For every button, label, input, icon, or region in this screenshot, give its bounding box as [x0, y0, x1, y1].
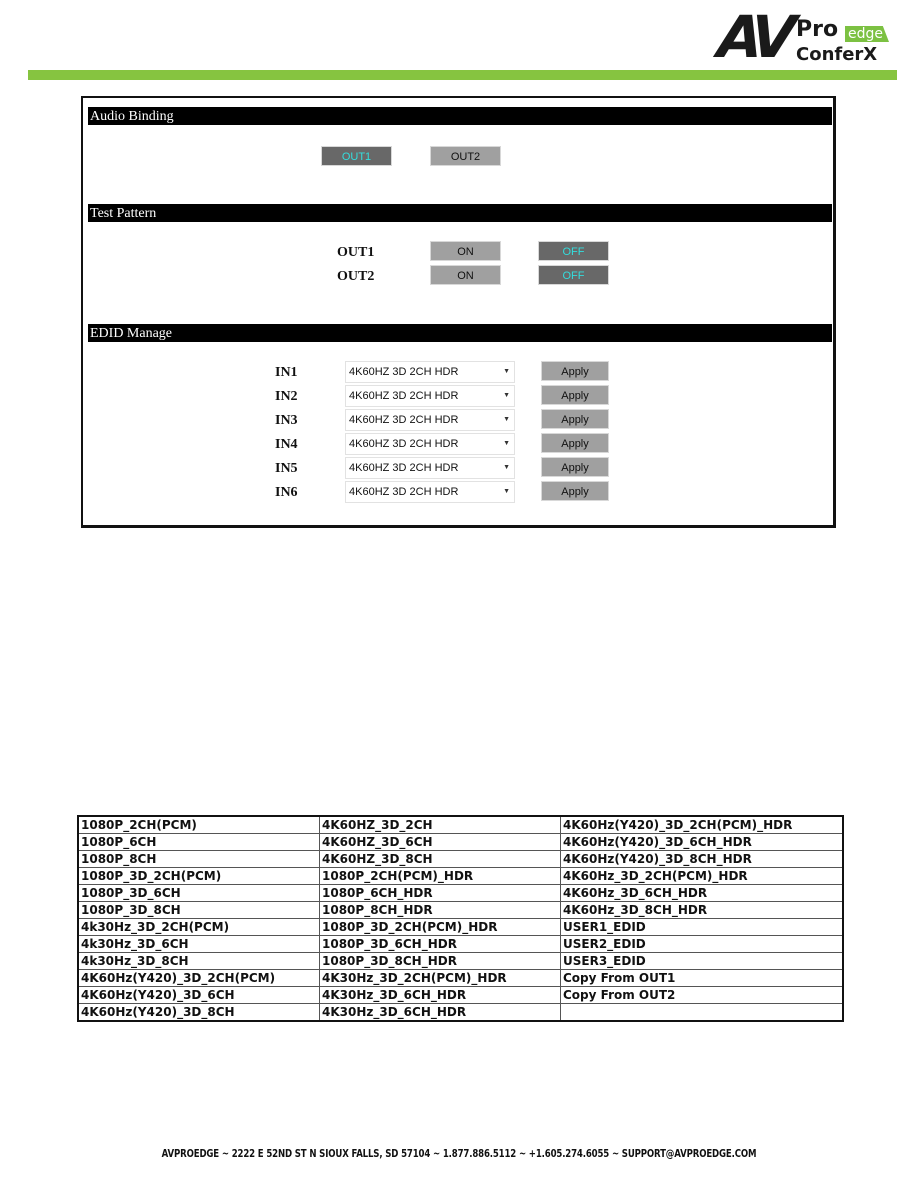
table-cell: 1080P_6CH_HDR [319, 884, 561, 902]
edid-in4-value: 4K60HZ 3D 2CH HDR [349, 438, 459, 450]
table-cell: 4K60Hz(Y420)_3D_8CH [77, 1003, 320, 1022]
table-cell: Copy From OUT1 [560, 969, 844, 987]
edid-options-table: 1080P_2CH(PCM) 4K60HZ_3D_2CH 4K60Hz(Y420)_… [77, 815, 844, 1022]
test-pattern-out1-off-button[interactable]: OFF [538, 241, 609, 261]
edid-in6-value: 4K60HZ 3D 2CH HDR [349, 486, 459, 498]
edid-in2-select[interactable]: 4K60HZ 3D 2CH HDR ▼ [345, 385, 515, 407]
edid-in4-select[interactable]: 4K60HZ 3D 2CH HDR ▼ [345, 433, 515, 455]
edid-in6-label: IN6 [275, 485, 298, 500]
table-cell: 1080P_8CH [77, 850, 320, 868]
edid-in4-label: IN4 [275, 437, 298, 452]
header-divider [28, 70, 897, 80]
edid-in3-value: 4K60HZ 3D 2CH HDR [349, 414, 459, 426]
table-row: 1080P_3D_2CH(PCM) 1080P_2CH(PCM)_HDR 4K60H… [77, 867, 844, 885]
table-cell: 4k30Hz_3D_6CH [77, 935, 320, 953]
table-cell: USER2_EDID [560, 935, 844, 953]
edid-in2-value: 4K60HZ 3D 2CH HDR [349, 390, 459, 402]
table-cell: 1080P_3D_8CH [77, 901, 320, 919]
test-pattern-out2-label: OUT2 [337, 269, 375, 284]
test-pattern-out1-label: OUT1 [337, 245, 375, 260]
test-pattern-header: Test Pattern [88, 204, 832, 222]
table-cell: 4K60Hz_3D_6CH_HDR [560, 884, 844, 902]
edid-in2-apply-button[interactable]: Apply [541, 385, 609, 405]
edid-in1-label: IN1 [275, 365, 298, 380]
table-cell [560, 1003, 844, 1022]
avproedge-conferx-logo: AV Pro edge ConferX [710, 3, 910, 71]
logo-edge: edge [845, 26, 889, 42]
dropdown-arrow-icon: ▼ [503, 464, 510, 471]
table-row: 4k30Hz_3D_6CH 1080P_3D_6CH_HDR USER2_EDID [77, 935, 844, 953]
test-pattern-out2-off-button[interactable]: OFF [538, 265, 609, 285]
table-cell: 4K60Hz(Y420)_3D_2CH(PCM) [77, 969, 320, 987]
footer-contact-info: AVPROEDGE ~ 2222 E 52ND ST N SIOUX FALLS… [161, 1147, 757, 1160]
audio-binding-header: Audio Binding [88, 107, 832, 125]
test-pattern-out2-on-button[interactable]: ON [430, 265, 501, 285]
edid-in6-apply-button[interactable]: Apply [541, 481, 609, 501]
table-cell: 1080P_3D_2CH(PCM)_HDR [319, 918, 561, 936]
edid-in3-label: IN3 [275, 413, 298, 428]
edid-in5-apply-button[interactable]: Apply [541, 457, 609, 477]
table-row: 4K60Hz(Y420)_3D_6CH 4K30Hz_3D_6CH_HDR Copy… [77, 986, 844, 1004]
logo-av: AV [715, 3, 791, 71]
dropdown-arrow-icon: ▼ [503, 416, 510, 423]
table-cell: 4K60Hz(Y420)_3D_8CH_HDR [560, 850, 844, 868]
table-cell: 4k30Hz_3D_8CH [77, 952, 320, 970]
table-row: 4K60Hz(Y420)_3D_2CH(PCM) 4K30Hz_3D_2CH(PC… [77, 969, 844, 987]
table-row: 1080P_3D_6CH 1080P_6CH_HDR 4K60Hz_3D_6CH_H… [77, 884, 844, 902]
logo-product-name: ConferX [796, 44, 878, 65]
table-cell: 1080P_3D_2CH(PCM) [77, 867, 320, 885]
table-cell: 1080P_6CH [77, 833, 320, 851]
edid-in5-label: IN5 [275, 461, 298, 476]
table-row: 1080P_3D_8CH 1080P_8CH_HDR 4K60Hz_3D_8CH_H… [77, 901, 844, 919]
dropdown-arrow-icon: ▼ [503, 488, 510, 495]
table-row: 4k30Hz_3D_2CH(PCM) 1080P_3D_2CH(PCM)_HDR U… [77, 918, 844, 936]
test-pattern-out1-on-button[interactable]: ON [430, 241, 501, 261]
table-cell: 4K60HZ_3D_8CH [319, 850, 561, 868]
table-cell: 4K60Hz(Y420)_3D_6CH_HDR [560, 833, 844, 851]
table-cell: 1080P_2CH(PCM) [77, 815, 320, 834]
table-cell: 1080P_3D_8CH_HDR [319, 952, 561, 970]
table-cell: 4K60Hz_3D_2CH(PCM)_HDR [560, 867, 844, 885]
table-cell: USER3_EDID [560, 952, 844, 970]
audio-binding-out1-button[interactable]: OUT1 [321, 146, 392, 166]
edid-in4-apply-button[interactable]: Apply [541, 433, 609, 453]
table-cell: 1080P_3D_6CH_HDR [319, 935, 561, 953]
table-row: 1080P_6CH 4K60HZ_3D_6CH 4K60Hz(Y420)_3D_6C… [77, 833, 844, 851]
table-cell: 4K30Hz_3D_6CH_HDR [319, 986, 561, 1004]
table-cell: 4K60Hz_3D_8CH_HDR [560, 901, 844, 919]
table-cell: USER1_EDID [560, 918, 844, 936]
table-cell: 4K30Hz_3D_2CH(PCM)_HDR [319, 969, 561, 987]
edid-manage-header: EDID Manage [88, 324, 832, 342]
table-cell: Copy From OUT2 [560, 986, 844, 1004]
dropdown-arrow-icon: ▼ [503, 392, 510, 399]
audio-binding-out2-button[interactable]: OUT2 [430, 146, 501, 166]
table-cell: 4k30Hz_3D_2CH(PCM) [77, 918, 320, 936]
table-cell: 4K60Hz(Y420)_3D_2CH(PCM)_HDR [560, 815, 844, 834]
table-cell: 4K60HZ_3D_2CH [319, 815, 561, 834]
table-cell: 4K60HZ_3D_6CH [319, 833, 561, 851]
edid-in5-value: 4K60HZ 3D 2CH HDR [349, 462, 459, 474]
table-cell: 4K30Hz_3D_6CH_HDR [319, 1003, 561, 1022]
table-cell: 1080P_8CH_HDR [319, 901, 561, 919]
web-ui-panel: Audio Binding OUT1 OUT2 Test Pattern OUT… [81, 96, 836, 528]
dropdown-arrow-icon: ▼ [503, 440, 510, 447]
edid-in1-select[interactable]: 4K60HZ 3D 2CH HDR ▼ [345, 361, 515, 383]
edid-in5-select[interactable]: 4K60HZ 3D 2CH HDR ▼ [345, 457, 515, 479]
edid-in1-apply-button[interactable]: Apply [541, 361, 609, 381]
table-cell: 1080P_3D_6CH [77, 884, 320, 902]
table-row: 4k30Hz_3D_8CH 1080P_3D_8CH_HDR USER3_EDID [77, 952, 844, 970]
edid-in3-select[interactable]: 4K60HZ 3D 2CH HDR ▼ [345, 409, 515, 431]
edid-in1-value: 4K60HZ 3D 2CH HDR [349, 366, 459, 378]
table-cell: 4K60Hz(Y420)_3D_6CH [77, 986, 320, 1004]
table-row: 1080P_2CH(PCM) 4K60HZ_3D_2CH 4K60Hz(Y420)_… [77, 815, 844, 834]
dropdown-arrow-icon: ▼ [503, 368, 510, 375]
table-row: 1080P_8CH 4K60HZ_3D_8CH 4K60Hz(Y420)_3D_8C… [77, 850, 844, 868]
table-row: 4K60Hz(Y420)_3D_8CH 4K30Hz_3D_6CH_HDR [77, 1003, 844, 1022]
logo-pro: Pro [796, 17, 839, 42]
edid-in2-label: IN2 [275, 389, 298, 404]
table-cell: 1080P_2CH(PCM)_HDR [319, 867, 561, 885]
edid-in3-apply-button[interactable]: Apply [541, 409, 609, 429]
edid-in6-select[interactable]: 4K60HZ 3D 2CH HDR ▼ [345, 481, 515, 503]
